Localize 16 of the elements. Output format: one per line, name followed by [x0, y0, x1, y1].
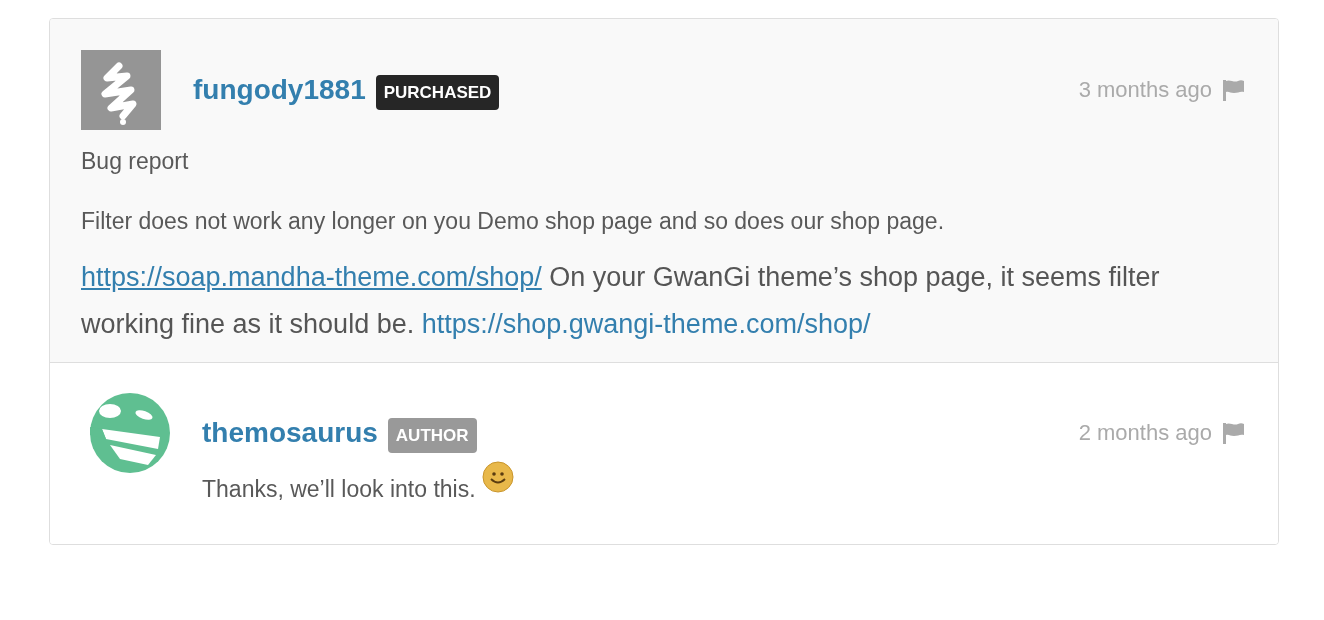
comment-text: Bug report: [81, 147, 190, 176]
comment-text: Thanks, we’ll look into this.: [202, 461, 1246, 504]
comment-text: https://soap.mandha-theme.com/shop/ On your GwanGi theme’s shop page, it seems filter working fine as it should be. https://shop.gwangi-theme.com/shop/: [81, 261, 1161, 341]
avatar-icon: [81, 50, 161, 130]
username-link[interactable]: themosaurus: [202, 417, 378, 449]
smiley-icon: [481, 461, 514, 493]
flag-icon[interactable]: [1222, 422, 1246, 444]
author-badge: AUTHOR: [387, 417, 477, 453]
comment-text: Filter does not work any longer on you Demo shop page and so does our shop page.: [81, 207, 946, 236]
username-link[interactable]: fungody1881: [193, 74, 366, 106]
flag-icon[interactable]: [1222, 79, 1246, 101]
url-link[interactable]: https://shop.gwangi-theme.com/shop/: [421, 309, 871, 339]
timestamp: 3 months ago: [1078, 77, 1212, 103]
timestamp: 2 months ago: [1078, 420, 1212, 446]
url-link[interactable]: https://soap.mandha-theme.com/shop/: [81, 262, 542, 292]
purchased-badge: PURCHASED: [375, 74, 500, 110]
